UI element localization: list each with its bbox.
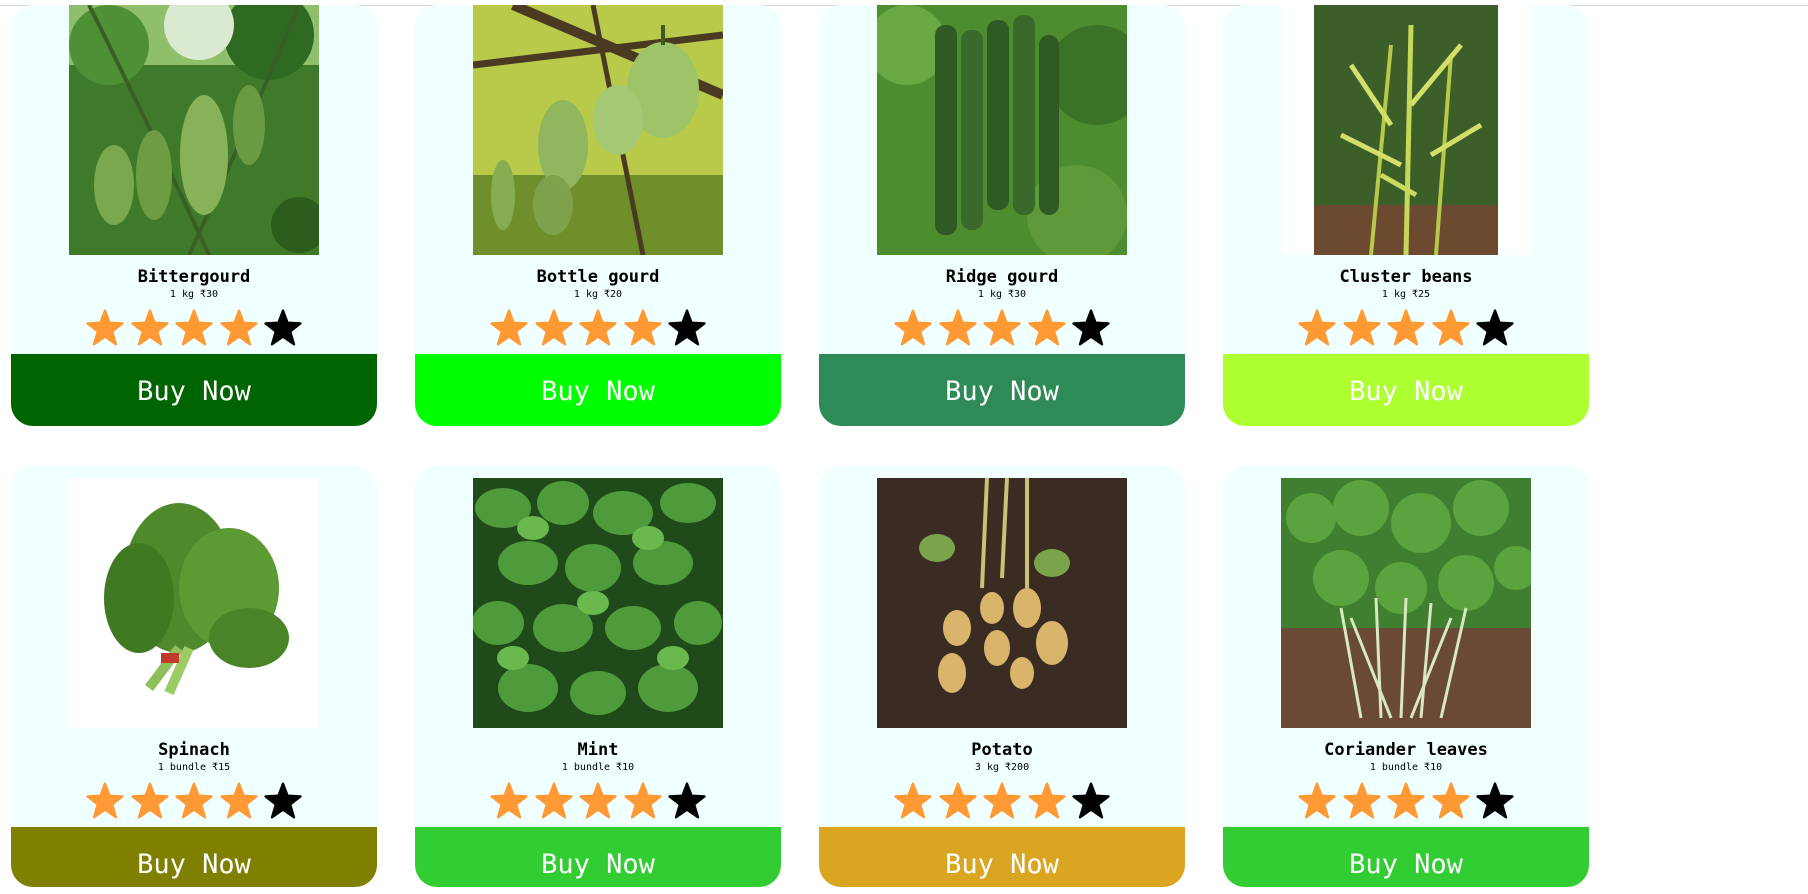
product-quantity-price: 1 kg ₹30	[169, 289, 219, 300]
product-name: Bottle gourd	[536, 267, 660, 287]
product-name: Potato	[971, 740, 1033, 760]
star-filled-icon	[219, 782, 258, 819]
buy-now-button[interactable]: Buy Now	[1223, 827, 1589, 887]
rating-stars	[86, 782, 302, 820]
product-image-bottle-gourd	[473, 5, 723, 255]
product-name: Ridge gourd	[945, 267, 1059, 287]
product-name: Bittergourd	[137, 267, 251, 287]
star-filled-icon	[623, 309, 662, 346]
product-card: Mint 1 bundle ₹10 Buy Now	[415, 466, 781, 887]
product-quantity-price: 1 kg ₹30	[977, 289, 1027, 300]
rating-stars	[490, 309, 706, 347]
star-empty-icon	[1476, 782, 1514, 819]
product-card: Bittergourd 1 kg ₹30 Buy Now	[11, 5, 377, 426]
rating-stars	[894, 782, 1110, 820]
star-empty-icon	[668, 782, 706, 819]
rating-stars	[894, 309, 1110, 347]
star-filled-icon	[534, 782, 573, 819]
star-empty-icon	[668, 309, 706, 346]
product-card: Spinach 1 bundle ₹15 Buy Now	[11, 466, 377, 887]
star-filled-icon	[983, 309, 1021, 346]
star-filled-icon	[1342, 782, 1381, 819]
star-filled-icon	[130, 309, 169, 346]
product-quantity-price: 3 kg ₹200	[974, 762, 1030, 773]
rating-stars	[1298, 309, 1514, 347]
star-empty-icon	[1072, 309, 1110, 346]
star-filled-icon	[219, 309, 258, 346]
star-filled-icon	[579, 782, 617, 819]
product-card: Potato 3 kg ₹200 Buy Now	[819, 466, 1185, 887]
product-image-cluster-beans	[1281, 5, 1531, 255]
star-empty-icon	[1072, 782, 1110, 819]
product-name: Coriander leaves	[1324, 740, 1488, 760]
star-filled-icon	[938, 782, 977, 819]
rating-stars	[490, 782, 706, 820]
product-quantity-price: 1 bundle ₹10	[561, 762, 635, 773]
product-name: Mint	[577, 740, 619, 760]
star-filled-icon	[534, 309, 573, 346]
star-filled-icon	[1027, 309, 1066, 346]
star-filled-icon	[490, 782, 528, 819]
star-filled-icon	[1387, 309, 1425, 346]
product-quantity-price: 1 bundle ₹15	[157, 762, 231, 773]
star-filled-icon	[894, 309, 932, 346]
buy-now-button[interactable]: Buy Now	[819, 354, 1185, 426]
buy-now-button[interactable]: Buy Now	[819, 827, 1185, 887]
product-name: Spinach	[158, 740, 230, 760]
product-card: Coriander leaves 1 bundle ₹10 Buy Now	[1223, 466, 1589, 887]
star-filled-icon	[175, 782, 213, 819]
product-card: Cluster beans 1 kg ₹25 Buy Now	[1223, 5, 1589, 426]
product-card: Ridge gourd 1 kg ₹30 Buy Now	[819, 5, 1185, 426]
star-filled-icon	[1298, 782, 1336, 819]
product-quantity-price: 1 bundle ₹10	[1369, 762, 1443, 773]
star-filled-icon	[623, 782, 662, 819]
star-filled-icon	[938, 309, 977, 346]
star-filled-icon	[1298, 309, 1336, 346]
rating-stars	[1298, 782, 1514, 820]
buy-now-button[interactable]: Buy Now	[11, 827, 377, 887]
star-filled-icon	[1431, 309, 1470, 346]
star-filled-icon	[1387, 782, 1425, 819]
star-filled-icon	[86, 782, 124, 819]
star-filled-icon	[983, 782, 1021, 819]
product-image-potato	[877, 478, 1127, 728]
star-filled-icon	[1342, 309, 1381, 346]
product-image-ridge-gourd	[877, 5, 1127, 255]
star-empty-icon	[264, 782, 302, 819]
star-filled-icon	[1027, 782, 1066, 819]
product-name: Cluster beans	[1339, 267, 1473, 287]
star-filled-icon	[579, 309, 617, 346]
star-filled-icon	[175, 309, 213, 346]
star-filled-icon	[130, 782, 169, 819]
buy-now-button[interactable]: Buy Now	[415, 354, 781, 426]
rating-stars	[86, 309, 302, 347]
star-filled-icon	[86, 309, 124, 346]
buy-now-button[interactable]: Buy Now	[415, 827, 781, 887]
star-filled-icon	[1431, 782, 1470, 819]
product-image-spinach	[69, 478, 319, 728]
product-image-mint	[473, 478, 723, 728]
product-image-bittergourd	[69, 5, 319, 255]
buy-now-button[interactable]: Buy Now	[11, 354, 377, 426]
buy-now-button[interactable]: Buy Now	[1223, 354, 1589, 426]
star-empty-icon	[264, 309, 302, 346]
star-empty-icon	[1476, 309, 1514, 346]
star-filled-icon	[490, 309, 528, 346]
product-grid: Bittergourd 1 kg ₹30 Buy Now Bottle gour…	[11, 5, 1589, 887]
product-quantity-price: 1 kg ₹25	[1381, 289, 1431, 300]
star-filled-icon	[894, 782, 932, 819]
product-card: Bottle gourd 1 kg ₹20 Buy Now	[415, 5, 781, 426]
product-image-coriander	[1281, 478, 1531, 728]
product-quantity-price: 1 kg ₹20	[573, 289, 623, 300]
